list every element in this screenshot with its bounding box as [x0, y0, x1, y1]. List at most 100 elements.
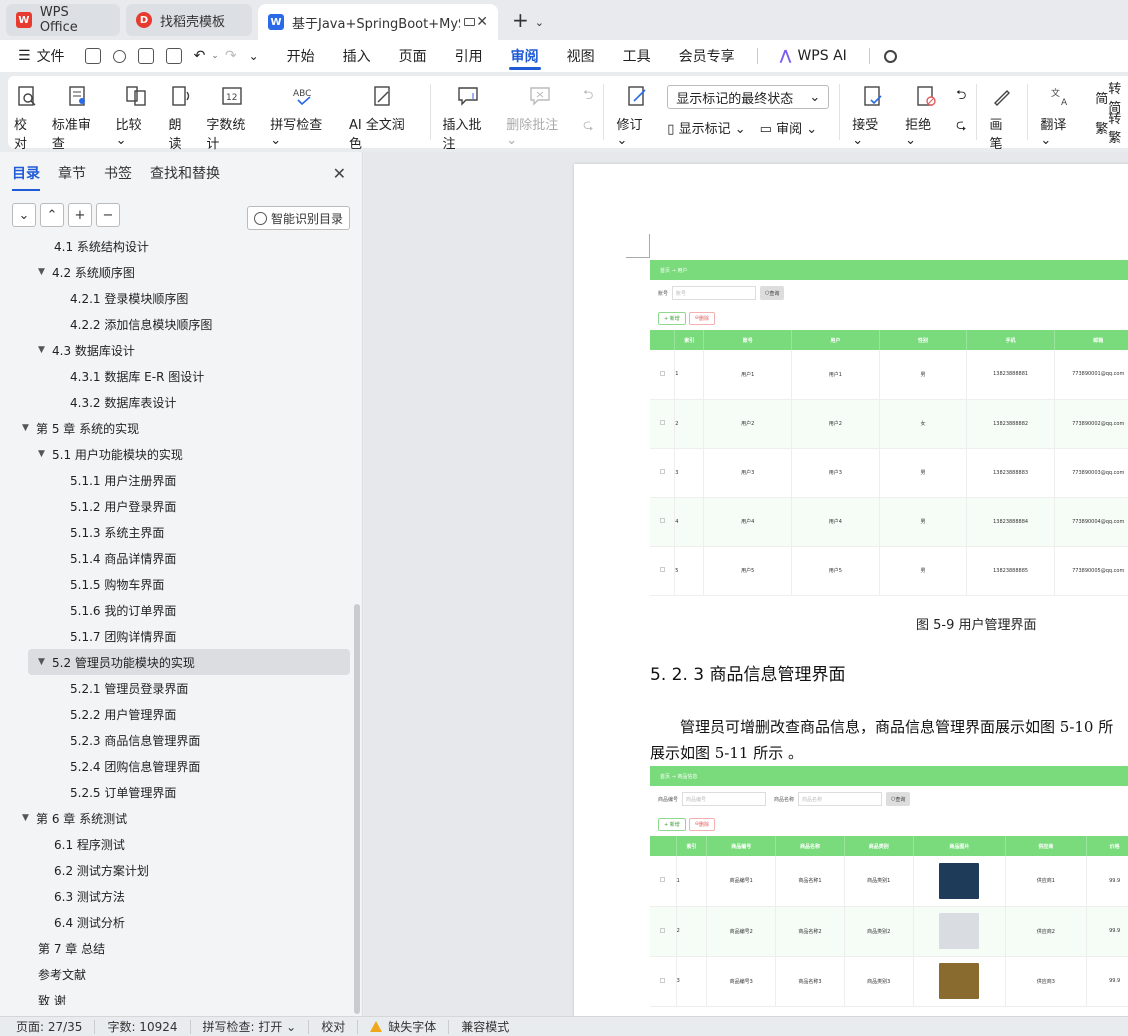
previous-change-icon[interactable]: ⮌ — [956, 85, 966, 109]
proofread-indicator[interactable]: 校对 — [309, 1019, 359, 1034]
toc-item[interactable]: 5.1.7 团购详情界面 — [0, 623, 355, 649]
toc-item[interactable]: 4.3.1 数据库 E-R 图设计 — [0, 363, 355, 389]
expand-triangle-icon[interactable]: ▼ — [38, 267, 52, 277]
reject-button[interactable]: 拒绝 ⌄ — [899, 76, 952, 148]
menu-wps-ai[interactable]: ⋀ WPS AI — [766, 40, 861, 72]
expand-triangle-icon[interactable]: ▼ — [38, 449, 52, 459]
remove-heading-icon[interactable]: − — [96, 203, 120, 227]
smart-toc-button[interactable]: 智能识别目录 — [246, 206, 350, 230]
page-indicator[interactable]: 页面: 27/35 — [0, 1019, 96, 1034]
expand-triangle-icon[interactable]: ▼ — [22, 423, 36, 433]
standard-review-button[interactable]: 标准审查 — [46, 76, 110, 152]
track-changes-button[interactable]: 修订 ⌄ — [610, 76, 663, 148]
toc-item[interactable]: 5.1.3 系统主界面 — [0, 519, 355, 545]
menu-insert[interactable]: 插入 — [329, 40, 385, 72]
toc-item[interactable]: ▼ 5.1 用户功能模块的实现 — [0, 441, 355, 467]
expand-triangle-icon[interactable]: ▼ — [22, 813, 36, 823]
spell-check-button[interactable]: ABC 拼写检查 ⌄ — [264, 76, 343, 148]
menu-references[interactable]: 引用 — [441, 40, 497, 72]
file-menu[interactable]: ☰ 文件 — [0, 40, 79, 72]
pen-button[interactable]: 画笔 — [983, 76, 1021, 152]
tab-list-chevron-icon[interactable]: ⌄ — [535, 16, 544, 29]
toc-item[interactable]: 5.1.2 用户登录界面 — [0, 493, 355, 519]
toc-item[interactable]: 6.1 程序测试 — [0, 831, 355, 857]
close-icon[interactable]: ✕ — [333, 164, 346, 183]
next-change-icon[interactable]: ⮎ — [956, 115, 966, 139]
insert-comment-button[interactable]: 插入批注 — [437, 76, 501, 152]
toc-item[interactable]: ▼ 4.3 数据库设计 — [0, 337, 355, 363]
toc-item[interactable]: ▼ 5.2 管理员功能模块的实现 — [28, 649, 350, 675]
toc-item[interactable]: 5.1.5 购物车界面 — [0, 571, 355, 597]
read-aloud-button[interactable]: 朗读 — [163, 76, 201, 152]
print-icon[interactable] — [137, 48, 154, 64]
toc-item[interactable]: 6.3 测试方法 — [0, 883, 355, 909]
tab-bookmarks[interactable]: 书签 — [104, 157, 132, 189]
toc-item[interactable]: 第 7 章 总结 — [0, 935, 355, 961]
review-pane-button[interactable]: ▭ 审阅 ⌄ — [760, 118, 817, 137]
menu-page[interactable]: 页面 — [385, 40, 441, 72]
menu-tools[interactable]: 工具 — [609, 40, 665, 72]
delete-comment-button[interactable]: 删除批注 ⌄ — [500, 76, 579, 148]
tab-find-replace[interactable]: 查找和替换 — [150, 157, 220, 189]
spell-check-indicator[interactable]: 拼写检查: 打开 ⌄ — [191, 1019, 310, 1034]
toc-item[interactable]: 5.1.4 商品详情界面 — [0, 545, 355, 571]
tab-toc[interactable]: 目录 — [12, 157, 40, 191]
close-tab-icon[interactable]: ✕ — [476, 14, 488, 30]
toc-item[interactable]: 5.2.2 用户管理界面 — [0, 701, 355, 727]
toc-item[interactable]: 5.2.4 团购信息管理界面 — [0, 753, 355, 779]
tab-docer-templates[interactable]: D 找稻壳模板 — [126, 4, 252, 36]
next-comment-icon[interactable]: ⮎ — [583, 115, 593, 139]
toc-item[interactable]: ▼ 第 6 章 系统测试 — [0, 805, 355, 831]
save-icon[interactable] — [84, 48, 101, 64]
new-tab-button[interactable]: + — [512, 8, 529, 32]
toc-item[interactable]: 4.1 系统结构设计 — [0, 233, 355, 259]
undo-icon[interactable]: ↶ — [194, 48, 206, 64]
convert-simplified-button[interactable]: 简 转简 — [1095, 82, 1128, 116]
monitor-icon[interactable] — [464, 18, 475, 26]
toc-item[interactable]: 4.2.2 添加信息模块顺序图 — [0, 311, 355, 337]
print-preview-icon[interactable] — [165, 48, 182, 64]
word-count-button[interactable]: 12 字数统计 — [200, 76, 264, 152]
ai-polish-button[interactable]: AI 全文润色 — [343, 76, 424, 152]
menu-view[interactable]: 视图 — [553, 40, 609, 72]
show-markup-button[interactable]: ▯ 显示标记 ⌄ — [667, 118, 745, 137]
toc-item[interactable]: 参考文献 — [0, 961, 355, 987]
missing-font-indicator[interactable]: 缺失字体 — [358, 1019, 450, 1034]
translate-button[interactable]: 文A 翻译 ⌄ — [1034, 76, 1087, 148]
markup-state-select[interactable]: 显示标记的最终状态 ⌄ — [667, 85, 830, 109]
tab-sections[interactable]: 章节 — [58, 157, 86, 189]
more-chevron-icon[interactable]: ⌄ — [249, 49, 259, 63]
toc-item[interactable]: 5.2.3 商品信息管理界面 — [0, 727, 355, 753]
expand-down-icon[interactable]: ⌄ — [12, 203, 36, 227]
toc-item[interactable]: 4.3.2 数据库表设计 — [0, 389, 355, 415]
accept-button[interactable]: 接受 ⌄ — [846, 76, 899, 148]
toc-item[interactable]: 5.2.5 订单管理界面 — [0, 779, 355, 805]
add-heading-icon[interactable]: + — [68, 203, 92, 227]
toc-scrollbar[interactable] — [354, 604, 360, 1014]
toc-item[interactable]: 4.2.1 登录模块顺序图 — [0, 285, 355, 311]
word-count-indicator[interactable]: 字数: 10924 — [95, 1019, 191, 1034]
search-icon[interactable] — [883, 49, 897, 63]
previous-comment-icon[interactable]: ⮌ — [583, 85, 593, 109]
menu-home[interactable]: 开始 — [273, 40, 329, 72]
convert-traditional-button[interactable]: 繁 转繁 — [1095, 112, 1128, 146]
toc-item[interactable]: 致 谢 — [0, 987, 355, 1006]
toc-item[interactable]: 6.4 测试分析 — [0, 909, 355, 935]
proofread-button[interactable]: 校对 — [8, 76, 46, 152]
toc-item[interactable]: 5.1.1 用户注册界面 — [0, 467, 355, 493]
toc-item[interactable]: ▼ 4.2 系统顺序图 — [0, 259, 355, 285]
toc-item[interactable]: 5.1.6 我的订单界面 — [0, 597, 355, 623]
compare-button[interactable]: 比较 ⌄ — [110, 76, 163, 148]
tab-document[interactable]: W 基于Java+SpringBoot+MyS ✕ — [258, 4, 498, 40]
collapse-up-icon[interactable]: ⌃ — [40, 203, 64, 227]
share-icon[interactable] — [112, 49, 126, 63]
toc-item[interactable]: 6.2 测试方案计划 — [0, 857, 355, 883]
expand-triangle-icon[interactable]: ▼ — [38, 657, 52, 667]
menu-member[interactable]: 会员专享 — [665, 40, 749, 72]
toc-item[interactable]: ▼ 第 5 章 系统的实现 — [0, 415, 355, 441]
undo-chevron-icon[interactable]: ⌄ — [211, 51, 219, 61]
menu-review[interactable]: 审阅 — [497, 40, 553, 72]
redo-icon[interactable]: ↷ — [225, 48, 237, 64]
expand-triangle-icon[interactable]: ▼ — [38, 345, 52, 355]
tab-wps-office[interactable]: W WPS Office — [6, 4, 120, 36]
